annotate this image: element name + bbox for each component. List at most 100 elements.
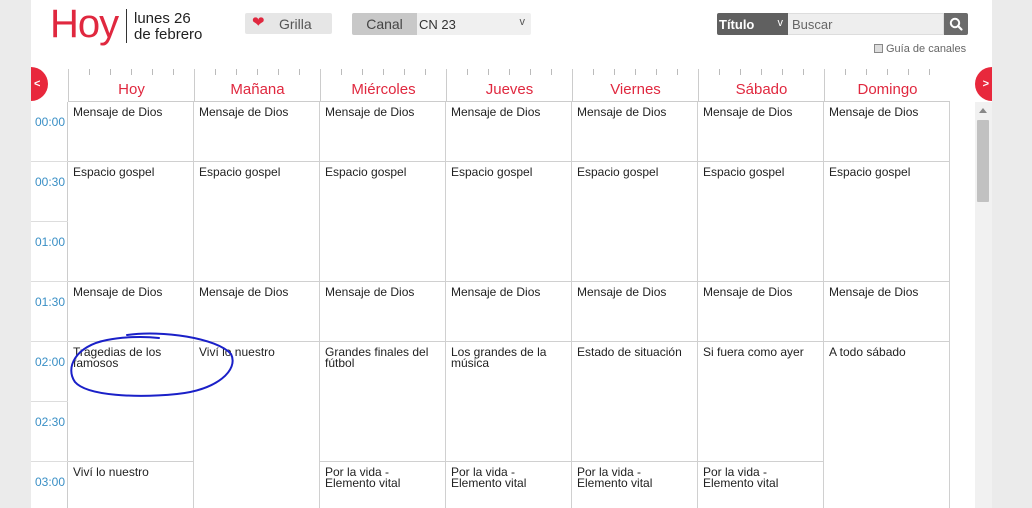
day-header: Hoy Mañana Miércoles Jueves Viernes Sába… [68, 69, 950, 102]
search-icon [949, 17, 963, 31]
program-cell[interactable]: Estado de situación [572, 342, 698, 462]
program-title: Mensaje de Dios [577, 285, 667, 299]
program-cell[interactable]: Mensaje de Dios [698, 282, 824, 342]
program-cell[interactable]: Si fuera como ayer [698, 342, 824, 462]
day-tab-hoy[interactable]: Hoy [68, 69, 194, 102]
day-tab-viernes[interactable]: Viernes [572, 69, 698, 102]
program-cell[interactable]: Mensaje de Dios [446, 102, 572, 162]
time-column: 00:00 00:30 01:00 01:30 02:00 02:30 03:0… [31, 102, 68, 508]
program-cell[interactable]: Mensaje de Dios [572, 102, 698, 162]
program-cell[interactable]: Mensaje de Dios [194, 282, 320, 342]
program-title: Por la vida - Elemento vital [325, 465, 401, 490]
program-cell[interactable]: Por la vida - Elemento vital [572, 462, 698, 508]
program-title: Mensaje de Dios [829, 105, 919, 119]
day-tab-domingo[interactable]: Domingo [824, 69, 950, 102]
program-title: Mensaje de Dios [325, 105, 415, 119]
header-divider [126, 9, 127, 43]
program-cell[interactable]: Espacio gospel [320, 162, 446, 282]
program-cell[interactable]: Mensaje de Dios [824, 102, 950, 162]
program-title: Espacio gospel [451, 165, 533, 179]
program-title: Estado de situación [577, 345, 682, 359]
program-cell[interactable]: Mensaje de Dios [68, 102, 194, 162]
guide-icon [874, 44, 883, 53]
program-cell[interactable]: Por la vida - Elemento vital [320, 462, 446, 508]
program-cell[interactable]: Mensaje de Dios [698, 102, 824, 162]
program-title: Por la vida - Elemento vital [577, 465, 653, 490]
grilla-label: Grilla [279, 16, 312, 32]
search-mode-label: Título [719, 17, 755, 32]
time-slot: 01:00 [31, 222, 68, 282]
program-cell[interactable]: Mensaje de Dios [194, 102, 320, 162]
program-cell[interactable]: Espacio gospel [446, 162, 572, 282]
date-line-2: de febrero [134, 26, 203, 43]
channel-label: Canal [352, 13, 417, 35]
day-label: Mañana [230, 81, 285, 98]
program-title: Por la vida - Elemento vital [703, 465, 779, 490]
program-title: Mensaje de Dios [199, 285, 289, 299]
program-cell[interactable]: Los grandes de la música [446, 342, 572, 462]
grilla-button[interactable]: ❤ Grilla [245, 13, 332, 34]
day-tab-sabado[interactable]: Sábado [698, 69, 824, 102]
search-input[interactable] [788, 13, 944, 35]
program-title: Espacio gospel [325, 165, 407, 179]
program-title: Mensaje de Dios [199, 105, 289, 119]
program-cell[interactable]: Espacio gospel [194, 162, 320, 282]
day-label: Miércoles [351, 81, 416, 98]
day-label: Jueves [485, 81, 534, 98]
program-cell[interactable]: Espacio gospel [572, 162, 698, 282]
program-title: Mensaje de Dios [325, 285, 415, 299]
next-week-button[interactable]: > [975, 67, 992, 101]
program-title: A todo sábado [829, 345, 906, 359]
program-title: Mensaje de Dios [577, 105, 667, 119]
prev-week-button[interactable]: < [31, 67, 48, 101]
program-title: Los grandes de la música [451, 345, 547, 370]
program-cell[interactable]: Grandes finales del fútbol [320, 342, 446, 462]
search-mode-select[interactable]: Título v [717, 13, 788, 35]
program-cell[interactable]: Mensaje de Dios [572, 282, 698, 342]
time-slot: 00:30 [31, 162, 68, 222]
program-title: Mensaje de Dios [73, 105, 163, 119]
program-cell[interactable]: Por la vida - Elemento vital [698, 462, 824, 508]
channel-guide-link[interactable]: Guía de canales [874, 43, 966, 55]
tv-guide-app: Hoy lunes 26 de febrero ❤ Grilla Canal C… [31, 0, 992, 508]
program-cell[interactable]: Mensaje de Dios [68, 282, 194, 342]
channel-select[interactable]: Canal CN 23 v [352, 13, 531, 35]
day-label: Sábado [735, 81, 788, 98]
program-cell[interactable]: Mensaje de Dios [824, 282, 950, 342]
time-slot: 02:30 [31, 402, 68, 462]
program-cell[interactable]: Mensaje de Dios [320, 102, 446, 162]
scroll-up-arrow-icon[interactable] [979, 108, 987, 113]
program-title: Viví lo nuestro [199, 345, 275, 359]
day-tab-miercoles[interactable]: Miércoles [320, 69, 446, 102]
program-title: Mensaje de Dios [703, 285, 793, 299]
program-title: Mensaje de Dios [451, 285, 541, 299]
program-cell[interactable]: Viví lo nuestro [194, 342, 320, 508]
day-tab-manana[interactable]: Mañana [194, 69, 320, 102]
scrollbar-thumb[interactable] [977, 120, 989, 202]
program-cell[interactable]: Mensaje de Dios [446, 282, 572, 342]
program-title: Espacio gospel [829, 165, 911, 179]
date-line-1: lunes 26 [134, 10, 191, 27]
program-title: Si fuera como ayer [703, 345, 804, 359]
time-slot: 02:00 [31, 342, 68, 402]
program-cell[interactable]: Espacio gospel [68, 162, 194, 282]
program-cell[interactable]: Espacio gospel [824, 162, 950, 282]
vertical-scrollbar[interactable] [975, 102, 992, 508]
program-cell[interactable]: A todo sábado [824, 342, 950, 508]
program-cell[interactable]: Mensaje de Dios [320, 282, 446, 342]
today-title: Hoy [50, 2, 119, 46]
day-label: Hoy [118, 81, 145, 98]
program-cell[interactable]: Por la vida - Elemento vital [446, 462, 572, 508]
search-button[interactable] [944, 13, 968, 35]
program-cell[interactable]: Espacio gospel [698, 162, 824, 282]
day-tab-jueves[interactable]: Jueves [446, 69, 572, 102]
channel-value: CN 23 [419, 17, 456, 32]
program-cell[interactable]: Tragedias de los famosos [68, 342, 194, 462]
time-slot: 03:00 [31, 462, 68, 508]
time-slot: 00:00 [31, 102, 68, 162]
schedule-grid: 00:00 00:30 01:00 01:30 02:00 02:30 03:0… [31, 102, 976, 508]
chevron-down-icon: v [519, 16, 526, 28]
program-title: Espacio gospel [577, 165, 659, 179]
program-cell[interactable]: Viví lo nuestro [68, 462, 194, 508]
program-title: Mensaje de Dios [73, 285, 163, 299]
